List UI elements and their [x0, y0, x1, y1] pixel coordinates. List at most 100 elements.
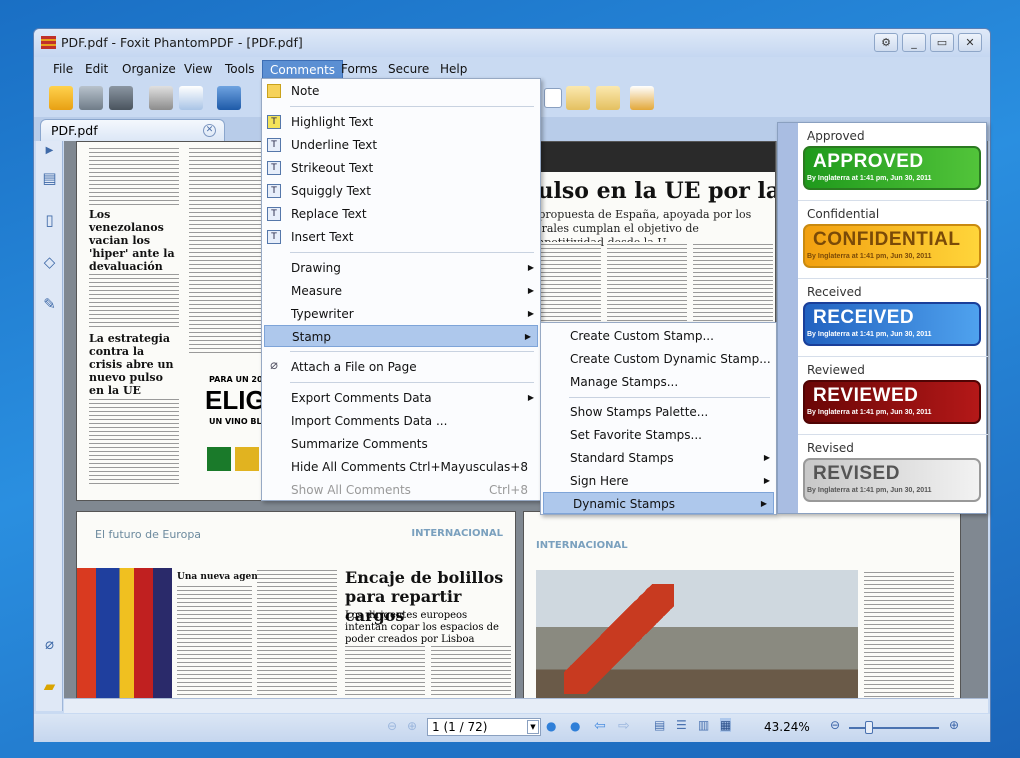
bookmarks-icon[interactable]: ▤	[40, 169, 59, 190]
menu-secure[interactable]: Secure	[381, 60, 436, 79]
zoom-level: 43.24%	[764, 720, 810, 734]
menu-help[interactable]: Help	[433, 60, 474, 79]
zoom-slider-thumb[interactable]	[865, 721, 874, 734]
p3-subheadline: Los dirigentes europeos intentan copar l…	[345, 610, 499, 645]
continuous-icon[interactable]: ☰	[676, 718, 687, 732]
menu-tools[interactable]: Tools	[218, 60, 262, 79]
p4-tag: INTERNACIONAL	[536, 540, 628, 551]
signatures-icon[interactable]: ✎	[40, 295, 59, 316]
menu-view[interactable]: View	[177, 60, 219, 79]
menu-item-typewriter[interactable]: Typewriter ▶	[262, 303, 540, 325]
menu-item-standard-stamps[interactable]: Standard Stamps ▶	[541, 447, 776, 469]
p3-box-title: Una nueva agenda	[177, 572, 270, 582]
menu-item-show-stamps-palette[interactable]: Show Stamps Palette...	[541, 401, 776, 423]
expand-panel-icon[interactable]: ▶	[40, 145, 59, 166]
menu-item-strikeout-text[interactable]: T Strikeout Text	[262, 157, 540, 179]
menu-item-highlight-text[interactable]: T Highlight Text	[262, 111, 540, 133]
menu-item-summarize-comments[interactable]: Summarize Comments	[262, 433, 540, 455]
layers-icon[interactable]: ◇	[40, 253, 59, 274]
next-view-icon[interactable]: ⇨	[618, 718, 630, 734]
single-page-icon[interactable]: ▤	[654, 718, 665, 732]
menu-item-stamp[interactable]: Stamp ▶	[264, 325, 538, 347]
save-as-icon[interactable]	[109, 86, 133, 110]
stamp-revised[interactable]: Revised REVISED By Inglaterra at 1:41 pm,…	[798, 435, 988, 513]
status-bar: ⊖ ⊕ 1 (1 / 72) ▼ ● ● ⇦ ⇨ ▤ ☰ ▥ ▦ 43.24% ⊖…	[34, 714, 990, 742]
menu-item-underline-text[interactable]: T Underline Text	[262, 134, 540, 156]
pages-icon[interactable]: ▯	[40, 211, 59, 232]
menu-item-dynamic-stamps[interactable]: Dynamic Stamps ▶	[543, 492, 774, 514]
maximize-button[interactable]: ▭	[930, 33, 954, 52]
menu-item-hide-all-comments[interactable]: Hide All Comments Ctrl+Mayusculas+8	[262, 456, 540, 478]
menu-edit[interactable]: Edit	[78, 60, 115, 79]
save-icon[interactable]	[79, 86, 103, 110]
full-screen-icon[interactable]	[217, 86, 241, 110]
menu-item-export-comments[interactable]: Export Comments Data ▶	[262, 387, 540, 409]
facing-icon[interactable]: ▥	[698, 718, 709, 732]
p1-headline-2: La estrategia contra la crisis abre un n…	[89, 332, 174, 397]
menu-comments[interactable]: Comments	[262, 60, 344, 79]
submenu-arrow-icon: ▶	[763, 453, 770, 462]
comments-icon[interactable]: ▰	[40, 677, 59, 698]
zoom-in-icon[interactable]: ⊕	[949, 718, 959, 732]
page-4: INTERNACIONAL	[523, 511, 961, 698]
zoom-out-icon[interactable]: ⊖	[830, 718, 840, 732]
stamp-approved[interactable]: Approved APPROVED By Inglaterra at 1:41 p…	[798, 123, 988, 201]
menu-item-replace-text[interactable]: T Replace Text	[262, 203, 540, 225]
menu-item-sign-here[interactable]: Sign Here ▶	[541, 470, 776, 492]
email-icon[interactable]	[179, 86, 203, 110]
next-view-icon[interactable]	[596, 86, 620, 110]
minimize-button[interactable]: _	[902, 33, 926, 52]
page-dropdown-icon[interactable]: ▼	[527, 720, 539, 734]
previous-view-icon[interactable]: ⇦	[594, 718, 606, 734]
tab-label: PDF.pdf	[51, 123, 98, 138]
menu-item-squiggly-text[interactable]: T Squiggly Text	[262, 180, 540, 202]
zoom-slider[interactable]	[849, 721, 939, 734]
menu-forms[interactable]: Forms	[334, 60, 384, 79]
stamp-reviewed[interactable]: Reviewed REVIEWED By Inglaterra at 1:41 p…	[798, 357, 988, 435]
p1-ad-logo-2	[235, 447, 259, 471]
first-page-icon[interactable]: ⊖	[387, 719, 397, 733]
attachments-icon[interactable]: ⌀	[40, 635, 59, 656]
p2-headline: Pulso en la UE por la est	[521, 178, 775, 204]
horizontal-scrollbar[interactable]	[64, 698, 988, 713]
menu-file[interactable]: File	[46, 60, 80, 79]
print-icon[interactable]	[149, 86, 173, 110]
comments-menu: Note T Highlight Text T Underline Text T St…	[261, 78, 541, 501]
stamp-confidential[interactable]: Confidential CONFIDENTIAL By Inglaterra a…	[798, 201, 988, 279]
menu-item-set-favorite-stamps[interactable]: Set Favorite Stamps...	[541, 424, 776, 446]
toolbar-field[interactable]	[544, 88, 562, 108]
p3-tag: INTERNACIONAL	[411, 528, 503, 539]
options-button[interactable]: ⚙	[874, 33, 898, 52]
dynamic-stamps-palette: Approved APPROVED By Inglaterra at 1:41 p…	[777, 122, 988, 514]
note-icon	[267, 84, 281, 98]
menu-item-measure[interactable]: Measure ▶	[262, 280, 540, 302]
close-tab-icon[interactable]: ✕	[203, 124, 216, 137]
page-number-input[interactable]: 1 (1 / 72) ▼	[427, 718, 541, 736]
underline-text-icon: T	[267, 138, 281, 152]
menu-item-create-custom-dynamic-stamp[interactable]: Create Custom Dynamic Stamp...	[541, 348, 776, 370]
menu-item-manage-stamps[interactable]: Manage Stamps...	[541, 371, 776, 393]
next-page-icon[interactable]: ●	[546, 719, 556, 733]
menu-item-import-comments[interactable]: Import Comments Data ...	[262, 410, 540, 432]
paperclip-icon: ⌀	[270, 358, 278, 373]
insert-text-icon: T	[267, 230, 281, 244]
menu-item-insert-text[interactable]: T Insert Text	[262, 226, 540, 248]
menu-item-attach-file[interactable]: ⌀ Attach a File on Page	[262, 356, 540, 378]
replace-text-icon: T	[267, 207, 281, 221]
menu-item-create-custom-stamp[interactable]: Create Custom Stamp...	[541, 325, 776, 347]
stamp-received[interactable]: Received RECEIVED By Inglaterra at 1:41 p…	[798, 279, 988, 357]
tab-pdf[interactable]: PDF.pdf ✕	[40, 119, 225, 141]
menu-item-show-all-comments: Show All Comments Ctrl+8	[291, 483, 528, 497]
open-icon[interactable]	[49, 86, 73, 110]
last-page-icon[interactable]: ●	[570, 719, 580, 733]
continuous-facing-icon[interactable]: ▦	[720, 718, 732, 732]
close-button[interactable]: ✕	[958, 33, 982, 52]
menu-item-drawing[interactable]: Drawing ▶	[262, 257, 540, 279]
submenu-arrow-icon: ▶	[763, 476, 770, 485]
menu-item-note[interactable]: Note	[262, 80, 540, 102]
stamp-tool-icon[interactable]	[630, 86, 654, 110]
menu-organize[interactable]: Organize	[115, 60, 183, 79]
previous-page-icon[interactable]: ⊕	[407, 719, 417, 733]
p3-section: El futuro de Europa	[95, 528, 202, 541]
previous-view-icon[interactable]	[566, 86, 590, 110]
